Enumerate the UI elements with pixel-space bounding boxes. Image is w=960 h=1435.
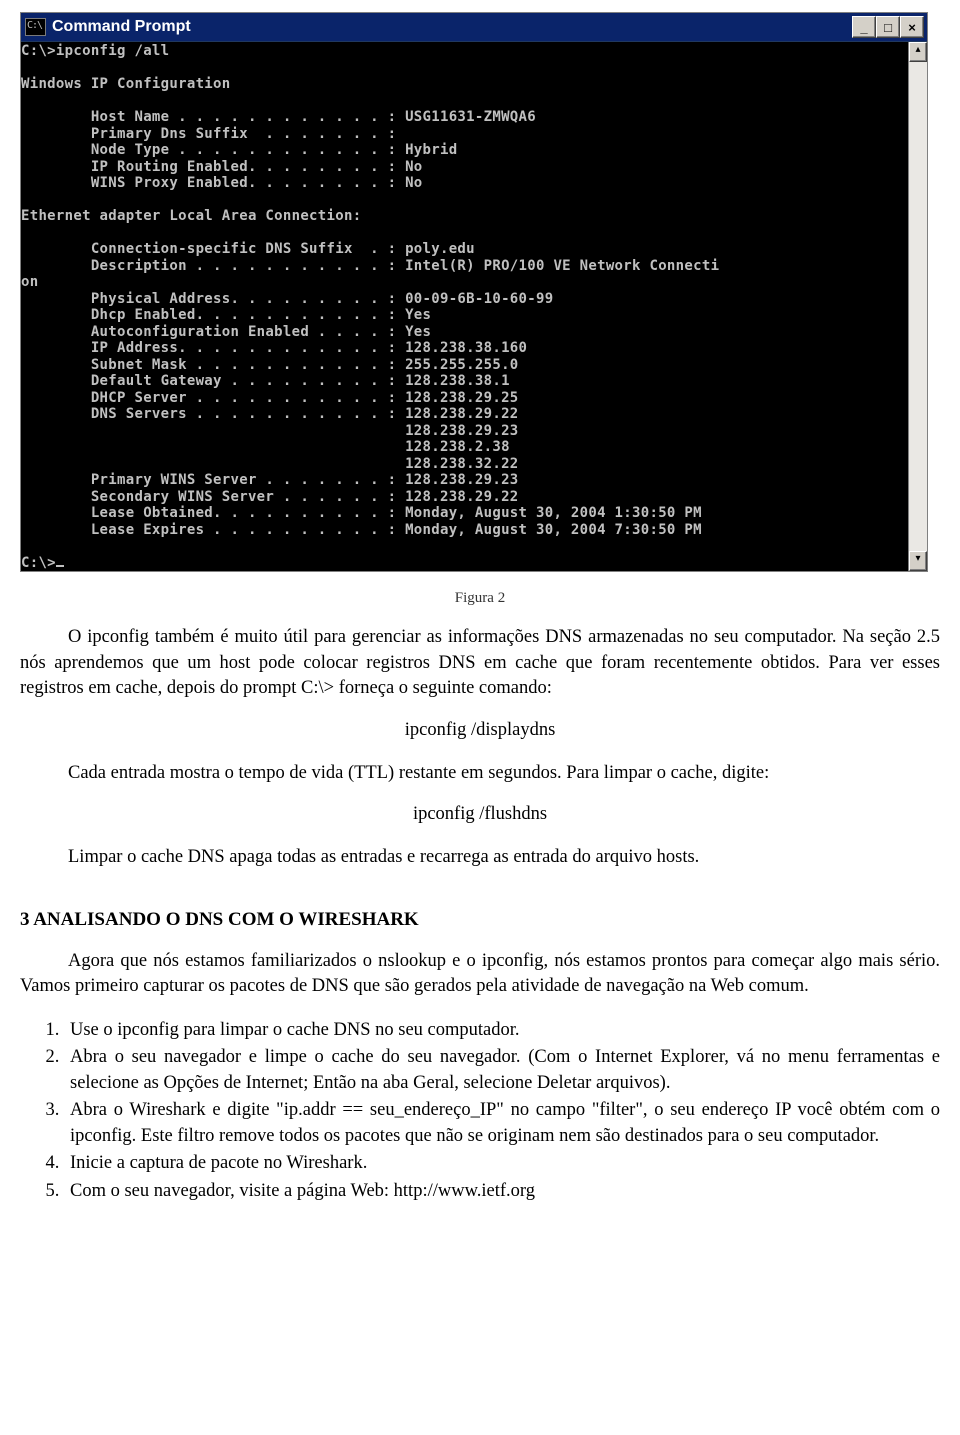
list-item: Abra o seu navegador e limpe o cache do … [64,1045,940,1096]
paragraph: O ipconfig também é muito útil para gere… [20,625,940,702]
terminal-line: 128.238.29.23 [21,423,519,439]
list-item: Inicie a captura de pacote no Wireshark. [64,1151,940,1177]
window-title: Command Prompt [52,18,852,36]
terminal-line: Autoconfiguration Enabled . . . . : Yes [21,324,431,340]
terminal-line: IP Routing Enabled. . . . . . . . : No [21,159,423,175]
list-item: Abra o Wireshark e digite "ip.addr == se… [64,1098,940,1149]
command-prompt-window: C:\ Command Prompt _ □ × C:\>ipconfig /a… [20,12,928,572]
paragraph: Agora que nós estamos familiarizados o n… [20,949,940,1000]
scroll-down-button[interactable]: ▾ [909,551,927,571]
section-heading: 3 ANALISANDO O DNS COM O WIRESHARK [20,909,940,931]
scroll-up-button[interactable]: ▴ [909,42,927,62]
steps-list: Use o ipconfig para limpar o cache DNS n… [20,1018,940,1205]
terminal-line: Physical Address. . . . . . . . . : 00-0… [21,291,553,307]
terminal-line: Subnet Mask . . . . . . . . . . . : 255.… [21,357,519,373]
close-button[interactable]: × [900,16,924,38]
terminal-line: Primary WINS Server . . . . . . . : 128.… [21,472,519,488]
terminal-line: Lease Expires . . . . . . . . . . : Mond… [21,522,702,538]
terminal-line: WINS Proxy Enabled. . . . . . . . : No [21,175,423,191]
terminal-line: C:\>ipconfig /all [21,43,169,59]
minimize-button[interactable]: _ [852,16,876,38]
command-example: ipconfig /displaydns [20,720,940,741]
terminal-line: Lease Obtained. . . . . . . . . . : Mond… [21,505,702,521]
list-item: Com o seu navegador, visite a página Web… [64,1179,940,1205]
terminal-line: DNS Servers . . . . . . . . . . . : 128.… [21,406,519,422]
terminal-line: Dhcp Enabled. . . . . . . . . . . : Yes [21,307,431,323]
terminal-line: on [21,274,38,290]
terminal-line: Connection-specific DNS Suffix . : poly.… [21,241,475,257]
terminal-line: Ethernet adapter Local Area Connection: [21,208,361,224]
command-example: ipconfig /flushdns [20,804,940,825]
terminal-line: Windows IP Configuration [21,76,231,92]
terminal-line: Description . . . . . . . . . . . : Inte… [21,258,719,274]
maximize-button[interactable]: □ [876,16,900,38]
scrollbar[interactable]: ▴ ▾ [908,42,927,571]
command-prompt-icon: C:\ [25,18,46,36]
terminal-line: Default Gateway . . . . . . . . . : 128.… [21,373,510,389]
terminal-line: Primary Dns Suffix . . . . . . . : [21,126,396,142]
terminal-cursor [56,565,64,567]
figure-caption: Figura 2 [20,590,940,607]
terminal-line: 128.238.32.22 [21,456,519,472]
terminal-line: 128.238.2.38 [21,439,510,455]
paragraph: Cada entrada mostra o tempo de vida (TTL… [20,761,940,787]
window-titlebar[interactable]: C:\ Command Prompt _ □ × [21,13,927,42]
terminal-line: Node Type . . . . . . . . . . . . : Hybr… [21,142,457,158]
terminal-line: IP Address. . . . . . . . . . . . : 128.… [21,340,527,356]
terminal-line: C:\> [21,555,56,571]
terminal-line: Secondary WINS Server . . . . . . : 128.… [21,489,519,505]
paragraph: Limpar o cache DNS apaga todas as entrad… [20,845,940,871]
list-item: Use o ipconfig para limpar o cache DNS n… [64,1018,940,1044]
scrollbar-track[interactable] [909,62,927,551]
terminal-output[interactable]: C:\>ipconfig /all Windows IP Configurati… [21,42,908,571]
terminal-line: Host Name . . . . . . . . . . . . : USG1… [21,109,536,125]
terminal-line: DHCP Server . . . . . . . . . . . : 128.… [21,390,519,406]
